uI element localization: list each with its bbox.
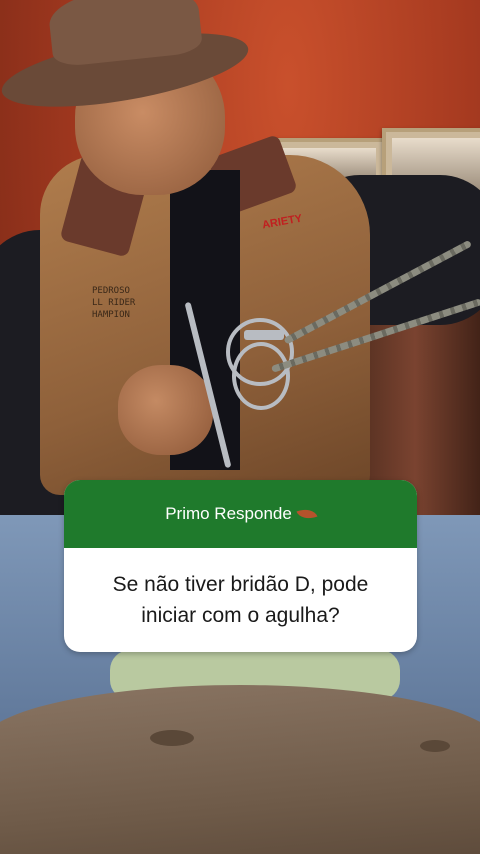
background-photo: PEDROSO LL RIDER HAMPION ARIETY: [0, 0, 480, 854]
hand: [118, 365, 213, 455]
question-text: Se não tiver bridão D, pode iniciar com …: [112, 572, 369, 628]
vest-patch-line: PEDROSO: [92, 286, 130, 296]
vest-patch-line: HAMPION: [92, 310, 130, 320]
wooden-table: [0, 685, 480, 854]
table-knot: [420, 740, 450, 752]
table-knot: [150, 730, 194, 746]
card-title: Primo Responde: [165, 504, 292, 523]
vest-patch: PEDROSO LL RIDER HAMPION: [92, 285, 135, 321]
question-card-body: Se não tiver bridão D, pode iniciar com …: [64, 548, 417, 652]
question-card: Primo Responde Se não tiver bridão D, po…: [64, 480, 417, 652]
question-card-header: Primo Responde: [64, 480, 417, 548]
vest-patch-line: LL RIDER: [92, 298, 136, 308]
leaf-icon: [296, 505, 318, 523]
